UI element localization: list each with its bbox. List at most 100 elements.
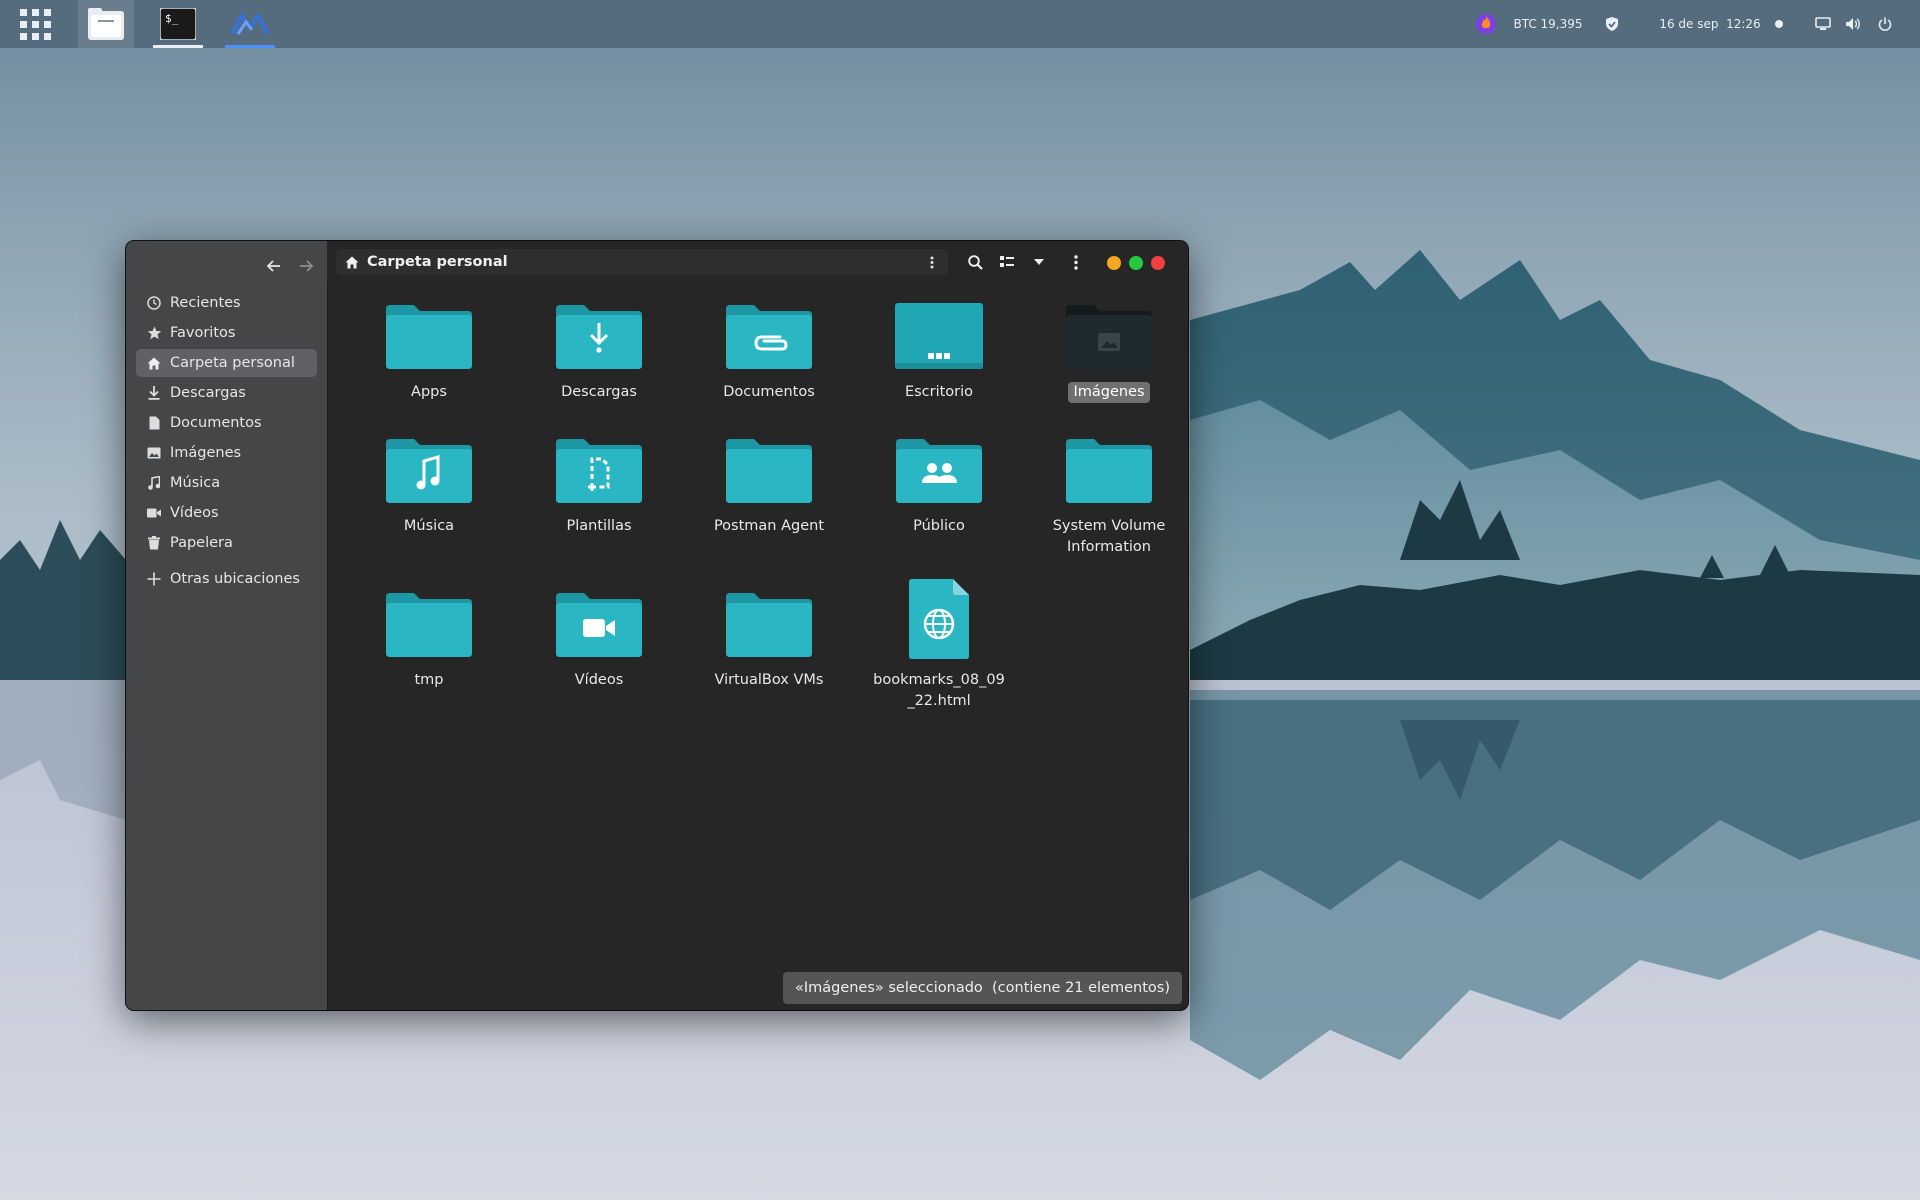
flame-icon bbox=[1476, 14, 1496, 34]
file-item[interactable]: Escritorio bbox=[858, 300, 1020, 403]
file-label: Descargas bbox=[561, 384, 637, 400]
sidebar-item-label: Favoritos bbox=[170, 325, 236, 341]
navigation-buttons bbox=[261, 253, 319, 279]
sidebar-item-carpeta-personal[interactable]: Carpeta personal bbox=[136, 349, 317, 377]
close-button[interactable] bbox=[1151, 256, 1165, 270]
main-menu-button[interactable] bbox=[1062, 249, 1090, 275]
vpn-tray-icon[interactable] bbox=[1602, 0, 1622, 48]
downloads-folder-icon bbox=[554, 300, 644, 372]
sidebar-item-imagenes[interactable]: Imágenes bbox=[136, 439, 317, 467]
btc-price-text: BTC 19,395 bbox=[1513, 17, 1583, 31]
file-item[interactable]: Postman Agent bbox=[688, 434, 850, 537]
power-icon bbox=[1878, 17, 1892, 31]
taskbar-terminal-app[interactable]: $_ bbox=[150, 0, 206, 48]
search-button[interactable] bbox=[961, 249, 989, 275]
file-label: VirtualBox VMs bbox=[714, 672, 824, 688]
svg-text:$_: $_ bbox=[165, 12, 179, 25]
view-options-button[interactable] bbox=[1025, 249, 1053, 275]
folder-icon bbox=[384, 300, 474, 372]
minimize-button[interactable] bbox=[1107, 256, 1121, 270]
music-icon bbox=[148, 476, 160, 490]
sidebar-item-label: Carpeta personal bbox=[170, 355, 295, 371]
file-item[interactable]: VirtualBox VMs bbox=[688, 588, 850, 691]
datetime-text: 16 de sep 12:26 bbox=[1659, 17, 1761, 31]
file-manager-window: Recientes Favoritos Carpeta personal Des… bbox=[126, 241, 1188, 1010]
taskbar-mailspring-app[interactable] bbox=[222, 0, 278, 48]
maximize-button[interactable] bbox=[1129, 256, 1143, 270]
file-label: Imágenes bbox=[1068, 382, 1150, 403]
file-label: Postman Agent bbox=[713, 518, 825, 534]
file-item[interactable]: Apps bbox=[348, 300, 510, 403]
sidebar: Recientes Favoritos Carpeta personal Des… bbox=[126, 241, 328, 1010]
screen-tray-icon[interactable] bbox=[1812, 0, 1834, 48]
back-button[interactable] bbox=[261, 253, 287, 279]
document-icon bbox=[149, 416, 159, 430]
sidebar-item-label: Recientes bbox=[170, 295, 241, 311]
sidebar-item-label: Música bbox=[170, 475, 221, 491]
file-label: tmp bbox=[414, 672, 444, 688]
file-item[interactable]: bookmarks_08_09_22.html bbox=[858, 578, 1020, 712]
music-folder-icon bbox=[384, 434, 474, 506]
list-view-icon bbox=[1000, 256, 1014, 267]
pictures-folder-icon bbox=[1064, 300, 1154, 372]
html-file-icon bbox=[894, 578, 984, 660]
file-item[interactable]: Descargas bbox=[518, 300, 680, 403]
videos-folder-icon bbox=[554, 588, 644, 660]
forward-button[interactable] bbox=[293, 253, 319, 279]
sidebar-item-videos[interactable]: Vídeos bbox=[136, 499, 317, 527]
file-label: Apps bbox=[411, 384, 447, 400]
sidebar-item-label: Descargas bbox=[170, 385, 246, 401]
firefox-tray-icon[interactable] bbox=[1472, 0, 1500, 48]
folder-icon bbox=[724, 434, 814, 506]
path-bar[interactable]: Carpeta personal bbox=[336, 249, 948, 275]
kebab-icon bbox=[930, 256, 934, 268]
taskbar-files-app[interactable] bbox=[78, 0, 134, 48]
search-icon bbox=[967, 254, 983, 270]
file-item[interactable]: Vídeos bbox=[518, 588, 680, 691]
file-label: Documentos bbox=[723, 384, 815, 400]
btc-price-indicator[interactable]: BTC 19,395 bbox=[1513, 0, 1582, 48]
templates-folder-icon bbox=[554, 434, 644, 506]
sidebar-item-papelera[interactable]: Papelera bbox=[136, 529, 317, 557]
arrow-left-icon bbox=[267, 260, 280, 272]
kebab-icon bbox=[1074, 254, 1078, 270]
volume-tray-icon[interactable] bbox=[1842, 0, 1864, 48]
file-item[interactable]: Público bbox=[858, 434, 1020, 537]
file-item[interactable]: Documentos bbox=[688, 300, 850, 403]
clock-icon bbox=[147, 296, 161, 310]
sidebar-item-label: Documentos bbox=[170, 415, 262, 431]
chevron-down-icon bbox=[1034, 259, 1044, 265]
file-item[interactable]: Plantillas bbox=[518, 434, 680, 537]
trash-icon bbox=[148, 536, 160, 550]
sidebar-item-descargas[interactable]: Descargas bbox=[136, 379, 317, 407]
grid-icon bbox=[19, 8, 51, 40]
sidebar-item-musica[interactable]: Música bbox=[136, 469, 317, 497]
home-icon bbox=[345, 256, 359, 268]
file-item-selected[interactable]: Imágenes bbox=[1028, 300, 1188, 403]
file-label: System Volume Information bbox=[1052, 518, 1166, 555]
sidebar-item-recientes[interactable]: Recientes bbox=[136, 289, 317, 317]
file-label: Escritorio bbox=[904, 384, 974, 400]
documents-folder-icon bbox=[724, 300, 814, 372]
sidebar-item-documentos[interactable]: Documentos bbox=[136, 409, 317, 437]
app-launcher-button[interactable] bbox=[14, 0, 56, 48]
sidebar-item-label: Otras ubicaciones bbox=[170, 571, 300, 587]
clock[interactable]: 16 de sep 12:26 bbox=[1659, 0, 1761, 48]
image-icon bbox=[147, 447, 161, 459]
file-item[interactable]: Música bbox=[348, 434, 510, 537]
file-item[interactable]: tmp bbox=[348, 588, 510, 691]
header-bar: Carpeta personal bbox=[327, 241, 1188, 283]
view-toggle-button[interactable] bbox=[993, 249, 1021, 275]
sidebar-item-favoritos[interactable]: Favoritos bbox=[136, 319, 317, 347]
file-label: bookmarks_08_09_22.html bbox=[873, 672, 1005, 709]
sidebar-item-otras-ubicaciones[interactable]: Otras ubicaciones bbox=[136, 565, 317, 593]
notification-dot[interactable] bbox=[1772, 0, 1786, 48]
file-item[interactable]: System Volume Information bbox=[1028, 434, 1188, 558]
file-label: Público bbox=[913, 518, 965, 534]
power-tray-icon[interactable] bbox=[1874, 0, 1896, 48]
monitor-icon bbox=[1815, 17, 1831, 30]
path-menu-button[interactable] bbox=[924, 254, 940, 270]
sidebar-item-label: Vídeos bbox=[170, 505, 219, 521]
file-grid: Apps Descargas Documentos Escritorio Imá bbox=[327, 283, 1188, 1010]
speaker-icon bbox=[1846, 18, 1860, 30]
